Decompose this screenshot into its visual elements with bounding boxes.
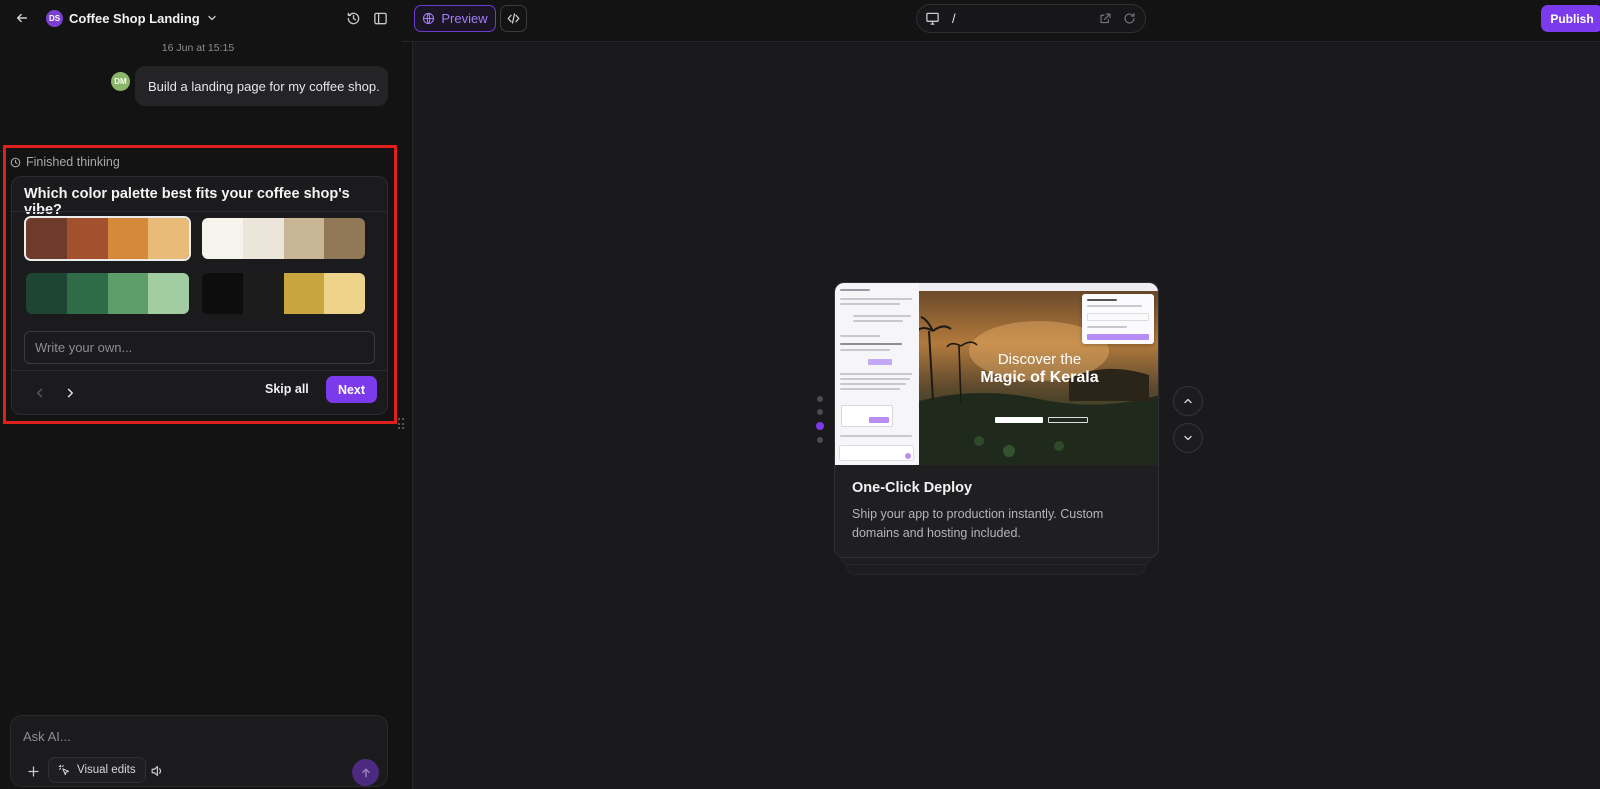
open-in-new-tab-button[interactable] [1099, 12, 1112, 25]
sidebar-icon [373, 12, 387, 24]
monitor-icon [926, 12, 939, 25]
palette-swatch [107, 218, 149, 259]
attach-button[interactable] [20, 758, 46, 784]
carousel-dot[interactable] [817, 409, 823, 415]
previous-question-button[interactable] [27, 380, 53, 406]
chevron-down-icon [1184, 435, 1192, 441]
arrow-up-icon [361, 768, 370, 777]
palette-swatch [283, 218, 325, 259]
preview-toolbar: Preview / Publish [402, 0, 1600, 42]
history-icon [347, 12, 359, 24]
chevron-right-icon [67, 388, 73, 398]
palette-swatch [148, 218, 189, 259]
speaker-icon [151, 766, 162, 776]
chevron-up-icon [1184, 398, 1192, 404]
palette-swatch [202, 218, 243, 259]
palette-swatch [148, 273, 189, 314]
card-divider [12, 211, 387, 212]
skip-all-button[interactable]: Skip all [265, 382, 309, 396]
project-avatar: DS [46, 9, 63, 27]
magic-cursor-icon [58, 764, 70, 775]
code-icon [507, 13, 520, 24]
palette-swatch [202, 273, 243, 314]
url-path[interactable]: / [952, 11, 956, 26]
toggle-sidebar-button[interactable] [367, 5, 393, 31]
palette-swatch [324, 218, 365, 259]
feature-card[interactable]: Discover the Magic of Kerala One-Click D… [834, 282, 1159, 558]
user-message: Build a landing page for my coffee shop. [135, 66, 388, 106]
mini-chat-panel [835, 283, 919, 465]
back-button[interactable] [9, 5, 35, 31]
feature-screenshot: Discover the Magic of Kerala [835, 283, 1158, 465]
clock-icon [10, 157, 21, 167]
write-your-own-input[interactable] [24, 331, 375, 364]
question-card: Which color palette best fits your coffe… [11, 176, 388, 415]
carousel-next-button[interactable] [1173, 423, 1203, 453]
palette-swatch [242, 218, 284, 259]
ask-ai-input[interactable] [23, 726, 373, 746]
palette-swatch [26, 273, 67, 314]
palette-swatch [26, 218, 67, 259]
palette-option-creams[interactable] [202, 218, 365, 259]
feature-description: Ship your app to production instantly. C… [852, 507, 1104, 540]
url-bar: / [916, 4, 1146, 33]
arrow-left-icon [16, 13, 28, 23]
panel-resize-handle[interactable] [397, 418, 405, 430]
preview-button[interactable]: Preview [414, 5, 496, 32]
chat-topbar: DS Coffee Shop Landing [0, 0, 402, 36]
carousel-dots [816, 396, 824, 450]
palette-swatch [66, 273, 108, 314]
history-button[interactable] [340, 5, 366, 31]
question-title: Which color palette best fits your coffe… [24, 186, 350, 218]
chat-composer: Visual edits [10, 715, 388, 787]
palette-option-black-gold[interactable] [202, 273, 365, 314]
mini-browser-bar [919, 283, 1158, 291]
palette-option-warm-browns[interactable] [24, 216, 191, 261]
send-button[interactable] [352, 759, 379, 786]
voice-button[interactable] [144, 758, 170, 784]
visual-edits-button[interactable]: Visual edits [48, 757, 146, 783]
palette-swatch [283, 273, 325, 314]
project-switcher[interactable]: DS Coffee Shop Landing [46, 8, 218, 28]
palette-option-greens[interactable] [26, 273, 189, 314]
carousel-previous-button[interactable] [1173, 386, 1203, 416]
project-name: Coffee Shop Landing [69, 10, 200, 26]
user-avatar: DM [111, 72, 130, 91]
chevron-left-icon [37, 388, 43, 398]
code-view-button[interactable] [500, 5, 527, 32]
mini-headline-line2: Magic of Kerala [980, 369, 1099, 386]
globe-icon [423, 12, 435, 25]
palette-swatch [324, 273, 365, 314]
palette-swatch [242, 273, 284, 314]
palette-swatch [66, 218, 108, 259]
mini-popup [1082, 294, 1154, 344]
next-question-arrow-button[interactable] [57, 380, 83, 406]
preview-label: Preview [441, 11, 488, 26]
chevron-down-icon [208, 15, 216, 21]
palette-swatch [107, 273, 149, 314]
next-button[interactable]: Next [326, 376, 377, 403]
carousel-dot-active[interactable] [816, 422, 824, 430]
mini-cta-secondary [1048, 417, 1088, 423]
plus-icon [27, 765, 39, 777]
carousel-dot[interactable] [817, 437, 823, 443]
thinking-status[interactable]: Finished thinking [10, 155, 120, 169]
mini-cta-primary [995, 417, 1043, 423]
device-toggle-button[interactable] [925, 11, 940, 26]
refresh-button[interactable] [1123, 12, 1136, 25]
message-timestamp: 16 Jun at 15:15 [161, 42, 235, 54]
publish-button[interactable]: Publish [1541, 5, 1600, 32]
card-divider [12, 370, 387, 371]
thinking-status-label: Finished thinking [26, 155, 120, 169]
feature-title: One-Click Deploy [852, 480, 973, 496]
mini-headline-line1: Discover the [997, 351, 1082, 368]
visual-edits-label: Visual edits [77, 764, 136, 776]
external-link-icon [1100, 13, 1111, 24]
carousel-dot[interactable] [817, 396, 823, 402]
chat-panel: DS Coffee Shop Landing 16 Jun at 15:15 D… [0, 0, 405, 789]
refresh-icon [1124, 13, 1135, 24]
